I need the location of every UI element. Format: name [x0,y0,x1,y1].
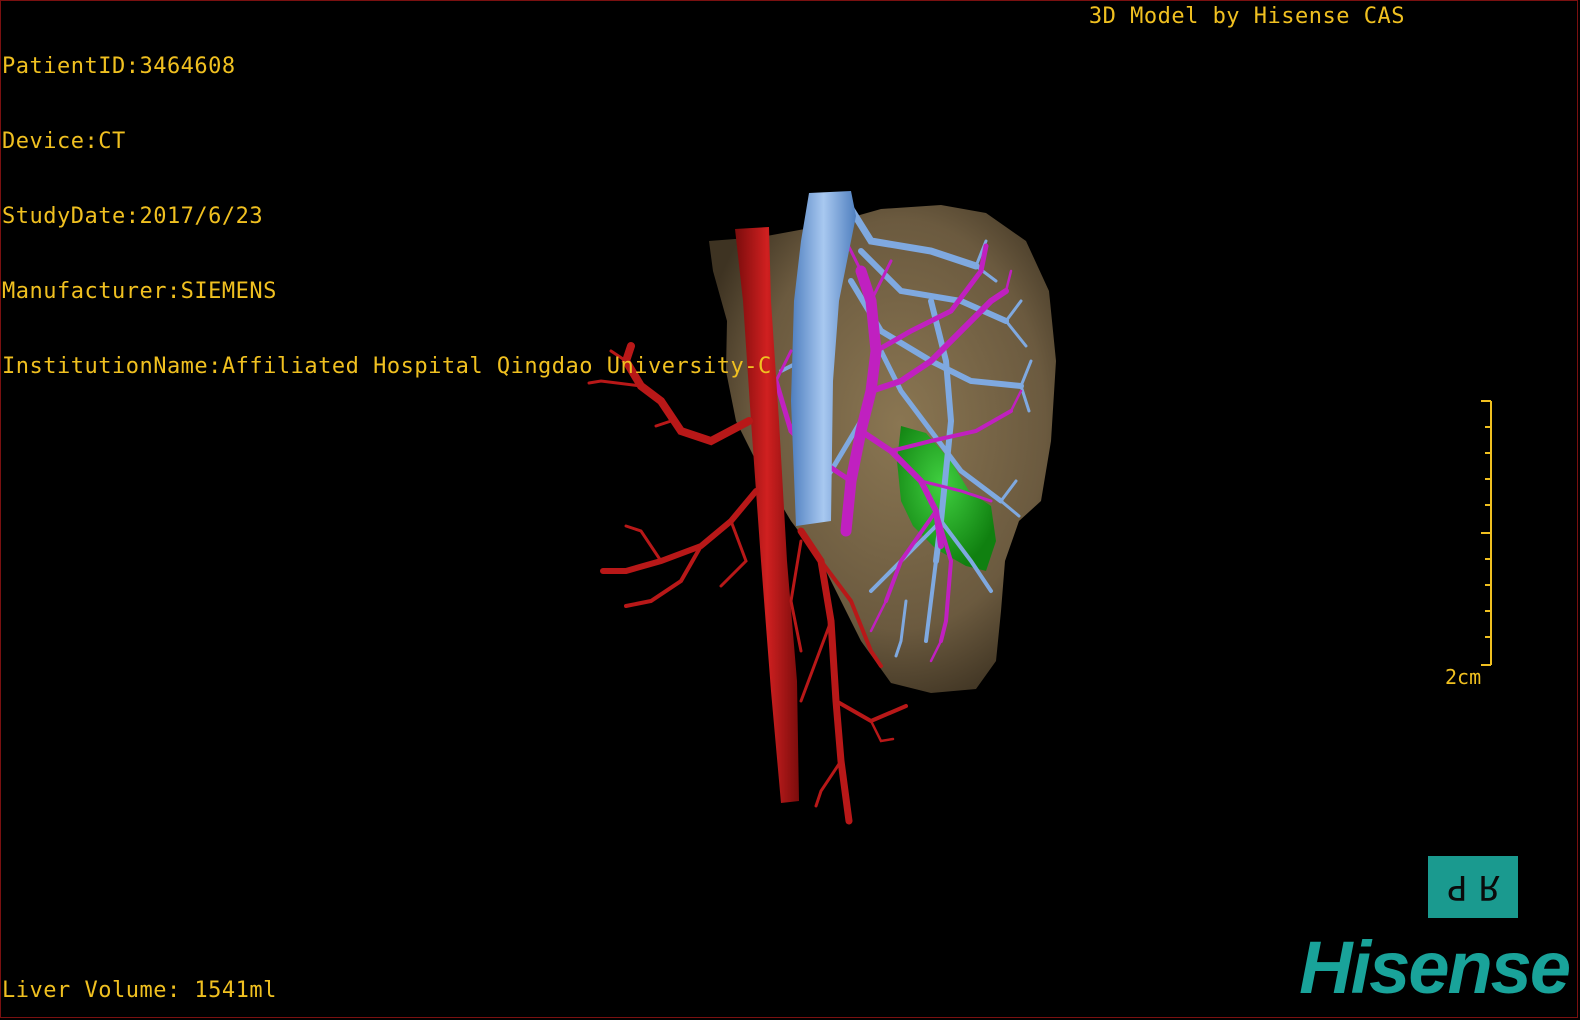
institution-label: InstitutionName:Affiliated Hospital Qing… [2,354,772,379]
liver-volume-label: Liver Volume: 1541ml [2,978,277,1003]
hisense-logo: Hisense [1299,926,1571,1009]
3d-viewport[interactable]: PatientID:3464608 Device:CT StudyDate:20… [1,1,1577,1017]
dicom-info-block: PatientID:3464608 Device:CT StudyDate:20… [2,4,772,429]
patient-id-label: PatientID:3464608 [2,54,236,79]
scale-bar [1481,400,1492,666]
scale-bar-label: 2cm [1445,665,1482,689]
device-label: Device:CT [2,129,126,154]
manufacturer-label: Manufacturer:SIEMENS [2,279,277,304]
orientation-cube[interactable]: P R [1428,856,1518,918]
orientation-posterior-glyph: P [1446,867,1467,907]
model-credit: 3D Model by Hisense CAS [1088,4,1405,29]
study-date-label: StudyDate:2017/6/23 [2,204,264,229]
orientation-right-glyph: R [1479,867,1500,907]
